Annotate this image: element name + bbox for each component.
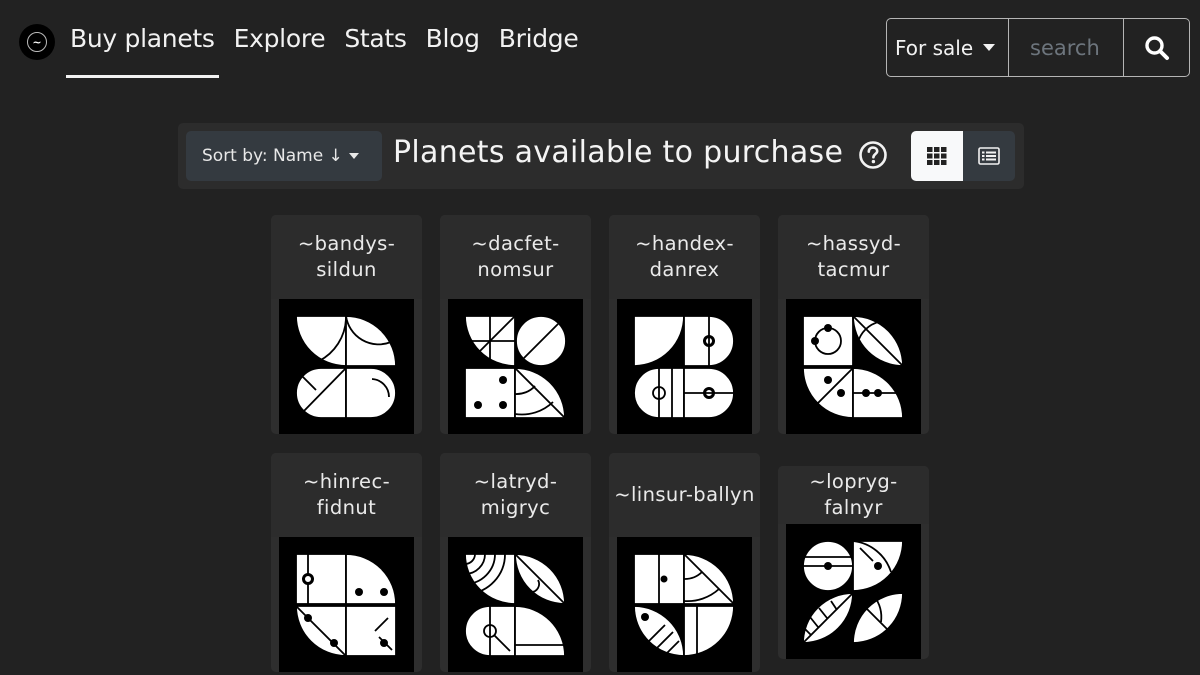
planet-sigil-icon bbox=[448, 537, 583, 672]
sale-filter-label: For sale bbox=[895, 35, 974, 60]
search-bar: For sale bbox=[886, 18, 1190, 77]
logo[interactable]: ~ bbox=[19, 24, 55, 60]
planet-name: ~bandys-sildun bbox=[271, 215, 422, 299]
planet-name: ~latryd-migryc bbox=[440, 453, 591, 537]
grid-icon bbox=[927, 147, 947, 165]
page-title: Planets available to purchase bbox=[393, 135, 844, 170]
sort-dropdown[interactable]: Sort by: Name ↓ bbox=[186, 131, 382, 181]
planet-sigil-icon bbox=[786, 524, 921, 659]
planet-card[interactable]: ~hinrec-fidnut bbox=[271, 453, 422, 672]
planet-sigil-icon bbox=[786, 299, 921, 434]
planet-card[interactable]: ~hassyd-tacmur bbox=[778, 215, 929, 434]
sort-label: Sort by: Name ↓ bbox=[202, 146, 343, 166]
urbit-logo-icon: ~ bbox=[27, 32, 47, 52]
search-button[interactable] bbox=[1124, 19, 1189, 76]
planet-card[interactable]: ~bandys-sildun bbox=[271, 215, 422, 434]
main-nav: Buy planets Explore Stats Blog Bridge bbox=[66, 18, 593, 78]
planet-card[interactable]: ~latryd-migryc bbox=[440, 453, 591, 672]
planet-name: ~dacfet-nomsur bbox=[440, 215, 591, 299]
planet-sigil-icon bbox=[279, 537, 414, 672]
sale-filter-dropdown[interactable]: For sale bbox=[887, 19, 1009, 76]
planet-sigil-icon bbox=[279, 299, 414, 434]
planet-card[interactable]: ~linsur-ballyn bbox=[609, 453, 760, 672]
list-icon bbox=[978, 147, 1000, 165]
caret-down-icon bbox=[983, 44, 996, 51]
caret-down-icon bbox=[348, 153, 359, 159]
help-button[interactable] bbox=[858, 140, 888, 174]
nav-buy-planets[interactable]: Buy planets bbox=[66, 18, 219, 78]
planet-sigil-icon bbox=[448, 299, 583, 434]
planet-card[interactable]: ~lopryg-falnyr bbox=[778, 466, 929, 659]
planet-card[interactable]: ~handex-danrex bbox=[609, 215, 760, 434]
planet-name: ~lopryg-falnyr bbox=[778, 466, 929, 524]
nav-bridge[interactable]: Bridge bbox=[495, 18, 583, 72]
planet-name: ~hinrec-fidnut bbox=[271, 453, 422, 537]
planet-card[interactable]: ~dacfet-nomsur bbox=[440, 215, 591, 434]
view-toggle bbox=[911, 131, 1015, 181]
planet-sigil-icon bbox=[617, 299, 752, 434]
nav-explore[interactable]: Explore bbox=[230, 18, 330, 72]
planet-name: ~hassyd-tacmur bbox=[778, 215, 929, 299]
planet-name: ~handex-danrex bbox=[609, 215, 760, 299]
nav-blog[interactable]: Blog bbox=[422, 18, 484, 72]
grid-view-button[interactable] bbox=[911, 131, 963, 181]
list-view-button[interactable] bbox=[963, 131, 1015, 181]
search-input[interactable] bbox=[1009, 19, 1124, 76]
planet-sigil-icon bbox=[617, 537, 752, 672]
listing-toolbar: Sort by: Name ↓ Planets available to pur… bbox=[178, 123, 1024, 189]
planet-name: ~linsur-ballyn bbox=[609, 453, 760, 537]
search-icon bbox=[1144, 35, 1169, 60]
question-circle-icon bbox=[859, 141, 887, 169]
nav-stats[interactable]: Stats bbox=[340, 18, 410, 72]
